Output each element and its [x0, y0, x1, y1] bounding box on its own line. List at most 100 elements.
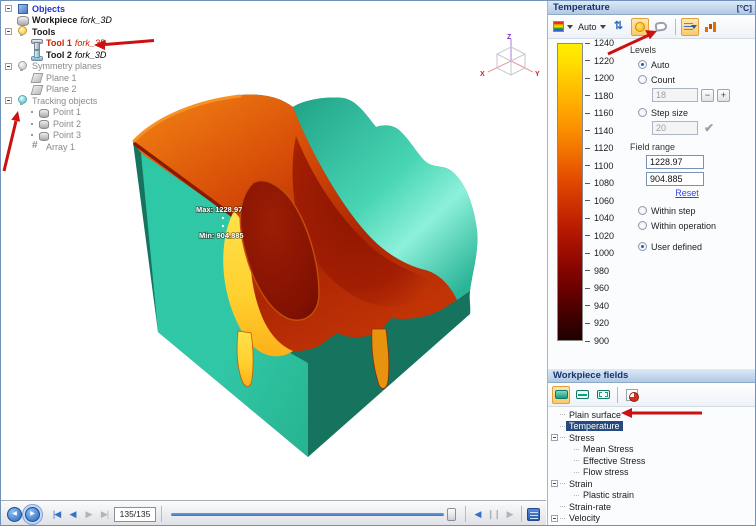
previous-record-button[interactable]: ◀ — [66, 507, 79, 522]
tree-expander[interactable] — [5, 63, 12, 70]
field-item-strain-rate[interactable]: Strain-rate — [548, 501, 756, 513]
histogram-button[interactable] — [702, 18, 720, 36]
colorbar-tick-label: 1180 — [594, 91, 613, 101]
field-range-max-input[interactable] — [646, 155, 704, 169]
levels-icon — [684, 22, 696, 32]
max-min-dot — [222, 217, 224, 219]
reset-link[interactable]: Reset — [618, 188, 756, 198]
tree-item-tool-2[interactable]: Tool 2fork_3D — [3, 49, 193, 61]
last-record-button[interactable]: ▶| — [98, 507, 111, 522]
colorbar-tick — [585, 288, 590, 289]
smooth-shading-button[interactable] — [652, 18, 670, 36]
flip-scale-button[interactable]: ⇅ — [610, 18, 628, 36]
toolbar-separator — [161, 506, 162, 522]
tree-expander[interactable] — [5, 28, 12, 35]
field-display-mode-2-button[interactable] — [573, 386, 591, 404]
tree-item-workpiece[interactable]: Workpiecefork_3D — [3, 15, 193, 27]
tree-connector — [560, 414, 565, 415]
frame-slider[interactable] — [171, 507, 456, 522]
point-icon — [37, 130, 50, 141]
tree-bullet — [31, 111, 33, 113]
plane-icon — [30, 84, 43, 95]
field-display-mode-3-button[interactable] — [594, 386, 612, 404]
field-item-effective-stress[interactable]: Effective Stress — [548, 455, 756, 467]
tree-connector — [560, 426, 565, 427]
field-display-mode-1-button[interactable] — [552, 386, 570, 404]
play-backward-button[interactable]: ◀ — [471, 507, 484, 522]
tree-item-point-1[interactable]: Point 1 — [3, 107, 193, 119]
count-input[interactable] — [652, 88, 698, 102]
field-report-button[interactable] — [623, 386, 641, 404]
tree-item-point-2[interactable]: Point 2 — [3, 118, 193, 130]
tree-item-plane-1[interactable]: Plane 1 — [3, 72, 193, 84]
tree-expander[interactable] — [5, 97, 12, 104]
temperature-colorbar — [557, 43, 583, 341]
tree-item-label: Tool 2 — [46, 50, 72, 60]
step-size-input[interactable] — [652, 121, 698, 135]
orientation-cube[interactable]: Z X Y — [480, 34, 540, 78]
frame-slider-handle[interactable] — [447, 508, 456, 521]
field-item-mean-stress[interactable]: Mean Stress — [548, 444, 756, 456]
max-min-dot — [222, 225, 224, 227]
history-back-button[interactable]: ◀ — [7, 507, 22, 522]
field-item-stress[interactable]: Stress — [548, 432, 756, 444]
apply-check-icon[interactable]: ✔ — [704, 121, 714, 135]
within-operation-radio[interactable] — [638, 221, 647, 230]
tree-expander[interactable] — [551, 434, 558, 441]
tree-bullet — [31, 123, 33, 125]
tree-item-tracking-objects[interactable]: Tracking objects — [3, 95, 193, 107]
tree-item-label: Plane 2 — [46, 84, 77, 94]
levels-title: Levels — [630, 45, 756, 55]
levels-settings-button[interactable] — [681, 18, 699, 36]
tree-item-array-1[interactable]: Array 1 — [3, 141, 193, 153]
lighting-button[interactable] — [631, 18, 649, 36]
play-forward-button[interactable]: ▶ — [503, 507, 516, 522]
field-item-temperature[interactable]: Temperature — [548, 421, 756, 433]
tree-expander[interactable] — [551, 480, 558, 487]
within-step-radio-row[interactable]: Within step — [638, 204, 756, 217]
count-radio-row[interactable]: Count — [638, 73, 756, 86]
tree-expander[interactable] — [551, 515, 558, 522]
count-decrement-button[interactable]: − — [701, 89, 714, 102]
field-range-min-input[interactable] — [646, 172, 704, 186]
field-item-label: Strain-rate — [566, 502, 614, 512]
palette-button[interactable] — [552, 18, 574, 36]
pause-button[interactable]: ❙❙ — [487, 507, 500, 522]
field-item-flow-stress[interactable]: Flow stress — [548, 467, 756, 479]
user-defined-radio[interactable] — [638, 242, 647, 251]
within-step-radio[interactable] — [638, 206, 647, 215]
field-item-strain[interactable]: Strain — [548, 478, 756, 490]
tree-item-plane-2[interactable]: Plane 2 — [3, 84, 193, 96]
frame-counter[interactable]: 135/135 — [114, 507, 156, 522]
records-icon[interactable] — [527, 508, 540, 521]
field-item-plain-surface[interactable]: Plain surface — [548, 409, 756, 421]
temperature-unit-label: [°C] — [737, 3, 752, 13]
next-record-button[interactable]: ▶ — [82, 507, 95, 522]
colorbar-tick — [585, 200, 590, 201]
field-item-velocity[interactable]: Velocity — [548, 513, 756, 525]
history-forward-button[interactable]: ▶ — [25, 507, 40, 522]
levels-panel: Levels Auto Count − + Step size ✔ — [628, 45, 756, 255]
tree-item-symmetry-planes[interactable]: Symmetry planes — [3, 61, 193, 73]
field-item-plastic-strain[interactable]: Plastic strain — [548, 490, 756, 502]
tree-item-objects[interactable]: Objects — [3, 3, 193, 15]
tool-upper-icon — [30, 38, 43, 49]
auto-radio[interactable] — [638, 60, 647, 69]
count-radio[interactable] — [638, 75, 647, 84]
tree-item-tools[interactable]: Tools — [3, 26, 193, 38]
auto-radio-row[interactable]: Auto — [638, 58, 756, 71]
3d-viewport[interactable]: Max: 1228.97 Min: 904.885 Z X Y ObjectsW… — [1, 1, 546, 500]
tree-expander[interactable] — [5, 5, 12, 12]
palette-mode-dropdown[interactable]: Auto — [577, 18, 607, 36]
user-defined-radio-row[interactable]: User defined — [638, 240, 756, 253]
step-size-radio[interactable] — [638, 108, 647, 117]
count-increment-button[interactable]: + — [717, 89, 730, 102]
tree-item-tool-1[interactable]: Tool 1fork_3D — [3, 38, 193, 50]
step-size-radio-row[interactable]: Step size — [638, 106, 756, 119]
within-operation-radio-row[interactable]: Within operation — [638, 219, 756, 232]
smooth-shape-icon — [654, 21, 667, 32]
tree-item-label: Tool 1 — [46, 38, 72, 48]
field-item-label: Stress — [566, 433, 598, 443]
first-record-button[interactable]: |◀ — [50, 507, 63, 522]
step-size-radio-label: Step size — [651, 108, 688, 118]
